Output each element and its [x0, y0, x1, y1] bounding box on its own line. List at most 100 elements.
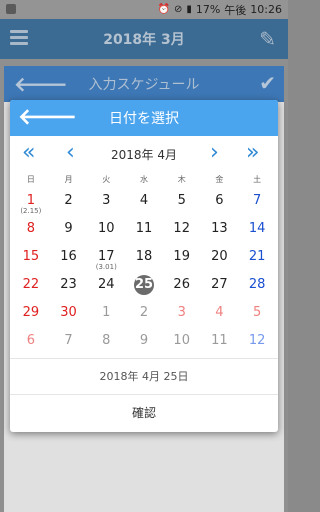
day-cell[interactable]: 9: [50, 218, 88, 246]
day-number: 11: [211, 333, 228, 348]
day-cell[interactable]: 1: [87, 302, 125, 330]
day-number: 16: [60, 249, 77, 264]
day-number: 24: [98, 277, 115, 292]
day-cell[interactable]: 4: [125, 190, 163, 218]
calendar-grid: 1 (2.15) 2 3 4 5 6 7 8 9 10 11 12 13 14 15 16 17 (3.01) 18 1…: [12, 190, 276, 358]
divider: [10, 358, 278, 359]
day-number: 22: [22, 277, 40, 292]
day-cell[interactable]: 8: [12, 218, 50, 246]
day-cell[interactable]: 1 (2.15): [12, 190, 50, 218]
schedule-title: 入力スケジュール: [88, 77, 200, 93]
day-number: 3: [177, 305, 186, 320]
day-cell[interactable]: 10: [163, 330, 201, 358]
day-cell[interactable]: 30: [50, 302, 88, 330]
day-number: 15: [22, 249, 40, 264]
day-cell[interactable]: 3: [163, 302, 201, 330]
next-month-icon[interactable]: ›: [210, 142, 219, 164]
back-arrow-icon[interactable]: 🡐: [14, 72, 68, 96]
day-number: 4: [215, 305, 224, 320]
divider: [10, 394, 278, 395]
day-number: 20: [211, 249, 228, 264]
day-number: 2: [139, 305, 149, 320]
day-cell[interactable]: 14: [238, 218, 276, 246]
day-cell[interactable]: 3: [87, 190, 125, 218]
next-year-icon[interactable]: »: [246, 142, 259, 164]
background-title: 2018年 3月: [103, 32, 185, 48]
background-app-bar: 2018年 3月 ✎: [0, 19, 288, 59]
day-number: 28: [248, 277, 266, 292]
day-cell[interactable]: 26: [163, 274, 201, 302]
day-number: 6: [26, 333, 35, 348]
day-number: 29: [22, 305, 40, 320]
day-cell[interactable]: 16: [50, 246, 88, 274]
confirm-button[interactable]: 確認: [10, 396, 278, 432]
day-cell[interactable]: 12: [163, 218, 201, 246]
day-number: 17: [98, 249, 115, 264]
day-number: 1: [102, 305, 111, 320]
day-cell[interactable]: 18: [125, 246, 163, 274]
day-cell[interactable]: 6: [201, 190, 239, 218]
dialog-back-icon[interactable]: 🡐: [18, 104, 77, 130]
day-cell[interactable]: 15: [12, 246, 50, 274]
notification-icon: [6, 4, 16, 14]
weekday-label: 土: [253, 175, 262, 184]
day-number: 8: [26, 221, 35, 236]
day-cell[interactable]: 9: [125, 330, 163, 358]
weekday-label: 木: [177, 175, 186, 184]
day-number: 4: [139, 193, 149, 208]
day-cell[interactable]: 23: [50, 274, 88, 302]
weekday-label: 金: [215, 175, 224, 184]
day-cell[interactable]: 13: [201, 218, 239, 246]
day-number: 14: [248, 221, 266, 236]
day-number: 10: [98, 221, 115, 236]
selected-date-label: 2018年 4月 25日: [99, 370, 189, 383]
day-number: 18: [135, 249, 153, 264]
day-cell[interactable]: 29: [12, 302, 50, 330]
day-cell[interactable]: 22: [12, 274, 50, 302]
day-cell[interactable]: 4: [201, 302, 239, 330]
day-cell[interactable]: 2: [125, 302, 163, 330]
day-number: 7: [64, 333, 73, 348]
day-number: 2: [64, 193, 73, 208]
month-label: 2018年 4月: [111, 148, 177, 162]
day-cell[interactable]: 2: [50, 190, 88, 218]
menu-icon[interactable]: [10, 30, 28, 46]
day-cell[interactable]: 28: [238, 274, 276, 302]
day-cell[interactable]: 17 (3.01): [87, 246, 125, 274]
day-cell[interactable]: 6: [12, 330, 50, 358]
day-number: 6: [215, 193, 224, 208]
weekday-label: 月: [64, 175, 73, 184]
day-number: 21: [248, 249, 266, 264]
day-cell[interactable]: 21: [238, 246, 276, 274]
check-icon[interactable]: ✔: [259, 71, 276, 95]
day-cell[interactable]: 11: [125, 218, 163, 246]
day-number: 3: [102, 193, 111, 208]
weekday-label: 火: [102, 175, 111, 184]
day-cell[interactable]: 5: [238, 302, 276, 330]
do-not-disturb-icon: ⊘: [173, 3, 183, 15]
status-bar: ⏰ ⊘ ▮ 17% 午後 10:26: [0, 0, 288, 19]
day-cell[interactable]: 7: [238, 190, 276, 218]
day-cell[interactable]: 20: [201, 246, 239, 274]
day-cell[interactable]: 5: [163, 190, 201, 218]
schedule-header: 🡐 入力スケジュール ✔: [4, 66, 284, 102]
day-number: 10: [173, 333, 190, 348]
day-cell[interactable]: 7: [50, 330, 88, 358]
day-number: 9: [139, 333, 149, 348]
day-number: 9: [64, 221, 73, 236]
date-picker-dialog: 🡐 日付を選択 « ‹ 2018年 4月 › » 日月火水木金土 1 (2.15)…: [10, 100, 278, 432]
day-cell[interactable]: 24: [87, 274, 125, 302]
day-number: 7: [253, 193, 262, 208]
day-number: 12: [248, 333, 266, 348]
day-cell[interactable]: 19: [163, 246, 201, 274]
day-cell[interactable]: 10: [87, 218, 125, 246]
day-cell[interactable]: 11: [201, 330, 239, 358]
alarm-icon: ⏰: [157, 3, 170, 15]
day-cell[interactable]: 27: [201, 274, 239, 302]
weekday-label: 水: [139, 175, 148, 184]
day-cell[interactable]: 8: [87, 330, 125, 358]
day-cell[interactable]: 12: [238, 330, 276, 358]
day-cell-selected[interactable]: 25: [125, 274, 163, 302]
pencil-icon[interactable]: ✎: [259, 27, 276, 51]
day-number: 11: [135, 221, 153, 236]
